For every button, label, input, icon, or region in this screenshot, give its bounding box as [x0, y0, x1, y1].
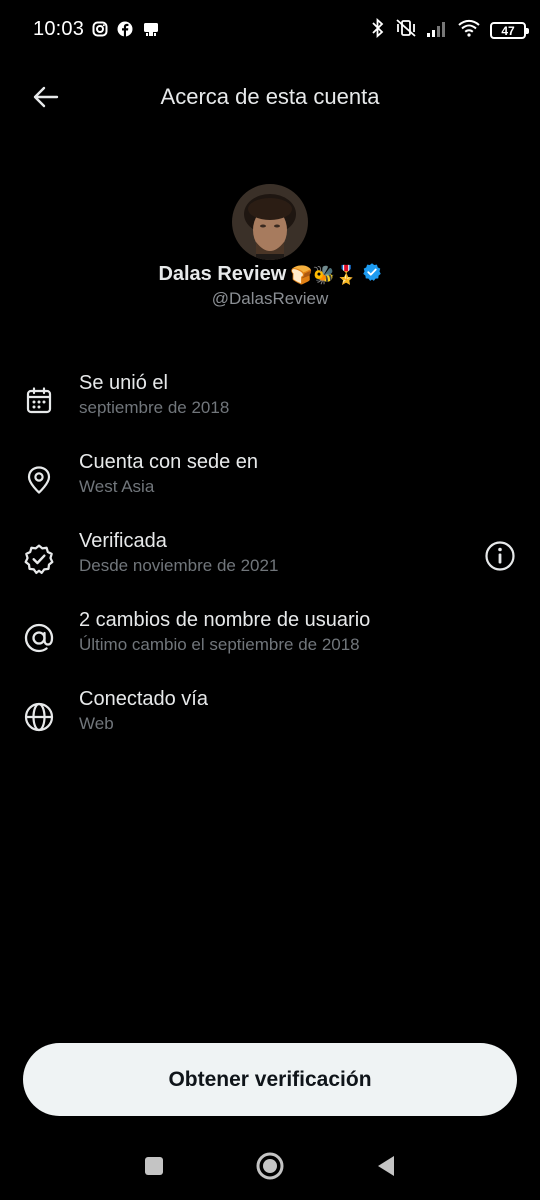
- get-verified-label: Obtener verificación: [168, 1067, 372, 1091]
- notification-app-icon: [142, 20, 160, 43]
- at-sign-icon: [22, 621, 56, 655]
- system-navigation-bar: [0, 1130, 540, 1200]
- info-circle-icon: [485, 541, 515, 571]
- info-subtitle: septiembre de 2018: [79, 398, 230, 417]
- profile-name-row: Dalas Review 🍞🐝🎖️: [0, 262, 540, 287]
- instagram-icon: [92, 21, 108, 42]
- top-app-bar: Acerca de esta cuenta: [0, 60, 540, 134]
- home-button[interactable]: [252, 1148, 288, 1184]
- verified-check-icon[interactable]: [362, 262, 382, 287]
- verified-badge-icon: [22, 542, 56, 576]
- facebook-icon: [117, 21, 133, 42]
- info-title: 2 cambios de nombre de usuario: [79, 609, 371, 631]
- info-title: Cuenta con sede en: [79, 451, 259, 473]
- battery-level: 47: [501, 23, 515, 38]
- info-title: Conectado vía: [79, 688, 208, 710]
- profile-name: Dalas Review: [158, 263, 287, 285]
- recent-apps-button[interactable]: [136, 1148, 172, 1184]
- wifi-icon: [457, 19, 481, 42]
- info-title: Verificada: [79, 530, 167, 552]
- info-item-connected-via: Conectado vía Web: [0, 688, 540, 758]
- info-subtitle: Desde noviembre de 2021: [79, 556, 279, 575]
- cellular-signal-icon: [426, 19, 448, 42]
- name-emojis: 🍞🐝🎖️: [290, 264, 358, 285]
- system-back-button[interactable]: [368, 1148, 404, 1184]
- bluetooth-icon: [370, 17, 386, 43]
- verification-info-button[interactable]: [484, 540, 516, 572]
- info-title: Se unió el: [79, 372, 168, 394]
- get-verified-button[interactable]: Obtener verificación: [23, 1043, 517, 1116]
- battery-icon: 47: [490, 22, 529, 39]
- info-item-verified: Verificada Desde noviembre de 2021: [0, 530, 540, 600]
- page-title: Acerca de esta cuenta: [160, 84, 380, 109]
- location-pin-icon: [22, 463, 56, 497]
- info-subtitle: West Asia: [79, 477, 155, 496]
- home-icon: [256, 1152, 284, 1180]
- info-item-username-changes: 2 cambios de nombre de usuario Último ca…: [0, 609, 540, 679]
- globe-icon: [22, 700, 56, 734]
- profile-handle: @DalasReview: [211, 289, 329, 308]
- avatar[interactable]: [232, 184, 308, 260]
- recent-apps-icon: [145, 1157, 163, 1175]
- status-right-icons: 47: [370, 17, 529, 43]
- info-subtitle: Web: [79, 714, 114, 733]
- info-item-location: Cuenta con sede en West Asia: [0, 451, 540, 521]
- info-subtitle: Último cambio el septiembre de 2018: [79, 635, 360, 654]
- calendar-icon: [22, 384, 56, 418]
- status-time: 10:03: [33, 18, 85, 40]
- back-triangle-icon: [378, 1156, 394, 1176]
- status-bar: 10:03 47: [0, 0, 540, 60]
- info-item-joined: Se unió el septiembre de 2018: [0, 372, 540, 442]
- vibrate-off-icon: [395, 18, 417, 43]
- status-left-icons: [92, 20, 160, 43]
